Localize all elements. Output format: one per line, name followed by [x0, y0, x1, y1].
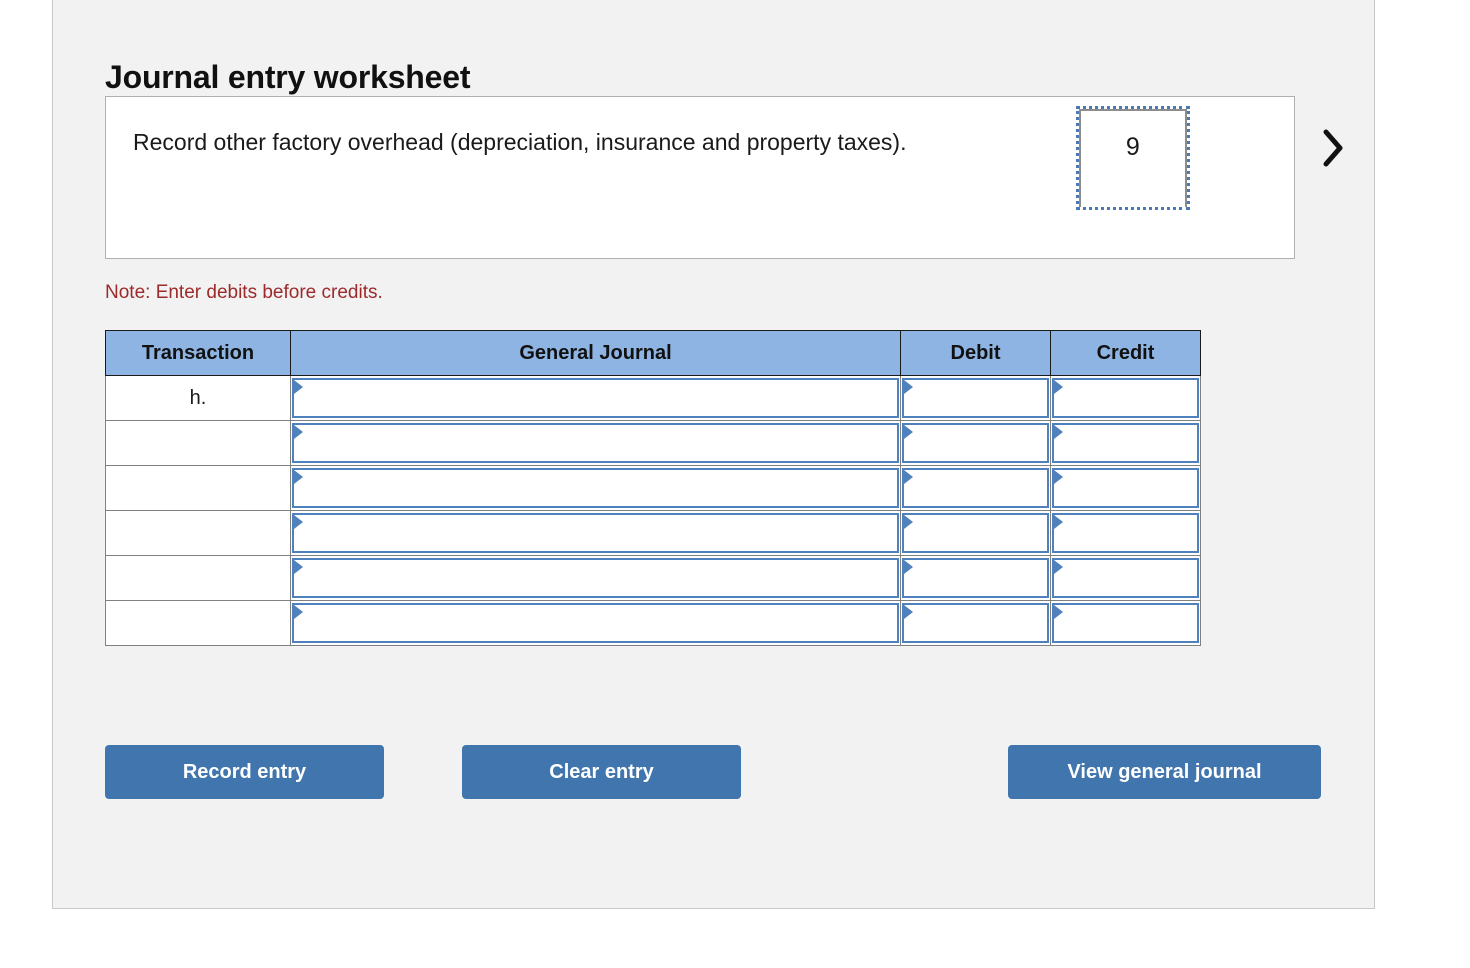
dropdown-triangle-icon[interactable] — [1054, 470, 1063, 484]
table-row — [105, 465, 1201, 511]
debit-input[interactable] — [902, 378, 1049, 418]
credit-input[interactable] — [1052, 423, 1199, 463]
table-header-row: Transaction General Journal Debit Credit — [105, 330, 1201, 376]
general-journal-input[interactable] — [292, 513, 899, 553]
dropdown-triangle-icon[interactable] — [294, 515, 303, 529]
credit-input[interactable] — [1052, 468, 1199, 508]
general-journal-input[interactable] — [292, 423, 899, 463]
credit-cell — [1050, 465, 1201, 511]
credit-input[interactable] — [1052, 603, 1199, 643]
general-journal-input[interactable] — [292, 603, 899, 643]
credit-cell — [1050, 375, 1201, 421]
table-row — [105, 510, 1201, 556]
transaction-cell — [105, 510, 291, 556]
dropdown-triangle-icon[interactable] — [904, 380, 913, 394]
credit-cell — [1050, 420, 1201, 466]
general-journal-cell — [290, 555, 901, 601]
column-header-debit: Debit — [900, 330, 1051, 376]
table-row — [105, 600, 1201, 646]
general-journal-cell — [290, 420, 901, 466]
transaction-cell — [105, 600, 291, 646]
credit-cell — [1050, 510, 1201, 556]
dropdown-triangle-icon[interactable] — [904, 425, 913, 439]
table-row — [105, 420, 1201, 466]
journal-entry-table: Transaction General Journal Debit Credit… — [105, 330, 1201, 646]
chevron-right-icon[interactable] — [1311, 126, 1355, 170]
debit-cell — [900, 420, 1051, 466]
record-entry-button[interactable]: Record entry — [105, 745, 384, 799]
general-journal-input[interactable] — [292, 378, 899, 418]
table-header: Transaction General Journal Debit Credit — [105, 330, 1201, 376]
general-journal-cell — [290, 375, 901, 421]
debit-cell — [900, 465, 1051, 511]
table-body: h. — [105, 375, 1201, 646]
general-journal-cell — [290, 510, 901, 556]
dropdown-triangle-icon[interactable] — [294, 380, 303, 394]
dropdown-triangle-icon[interactable] — [904, 470, 913, 484]
dropdown-triangle-icon[interactable] — [1054, 605, 1063, 619]
transaction-cell — [105, 420, 291, 466]
dropdown-triangle-icon[interactable] — [904, 560, 913, 574]
pager-step-label: 9 — [1125, 133, 1140, 161]
dropdown-triangle-icon[interactable] — [294, 470, 303, 484]
column-header-transaction: Transaction — [105, 330, 291, 376]
debit-input[interactable] — [902, 468, 1049, 508]
debit-input[interactable] — [902, 558, 1049, 598]
worksheet-panel: Journal entry worksheet 12345678910 Reco… — [52, 0, 1375, 909]
debit-cell — [900, 510, 1051, 556]
dropdown-triangle-icon[interactable] — [1054, 515, 1063, 529]
pager-step-9[interactable]: 9 — [1075, 106, 1190, 210]
debit-cell — [900, 600, 1051, 646]
debits-before-credits-note: Note: Enter debits before credits. — [105, 282, 383, 303]
credit-cell — [1050, 555, 1201, 601]
page-title: Journal entry worksheet — [105, 59, 471, 96]
debit-cell — [900, 375, 1051, 421]
dropdown-triangle-icon[interactable] — [904, 515, 913, 529]
dropdown-triangle-icon[interactable] — [904, 605, 913, 619]
debit-input[interactable] — [902, 513, 1049, 553]
table-row: h. — [105, 375, 1201, 421]
dropdown-triangle-icon[interactable] — [1054, 425, 1063, 439]
transaction-cell: h. — [105, 375, 291, 421]
view-general-journal-button[interactable]: View general journal — [1008, 745, 1321, 799]
general-journal-input[interactable] — [292, 558, 899, 598]
dropdown-triangle-icon[interactable] — [1054, 380, 1063, 394]
debit-input[interactable] — [902, 603, 1049, 643]
transaction-cell — [105, 465, 291, 511]
general-journal-cell — [290, 600, 901, 646]
debit-input[interactable] — [902, 423, 1049, 463]
credit-input[interactable] — [1052, 558, 1199, 598]
credit-cell — [1050, 600, 1201, 646]
clear-entry-button[interactable]: Clear entry — [462, 745, 741, 799]
credit-input[interactable] — [1052, 378, 1199, 418]
table-row — [105, 555, 1201, 601]
general-journal-cell — [290, 465, 901, 511]
dropdown-triangle-icon[interactable] — [294, 605, 303, 619]
journal-entry-worksheet-page: Journal entry worksheet 12345678910 Reco… — [0, 0, 1470, 968]
credit-input[interactable] — [1052, 513, 1199, 553]
dropdown-triangle-icon[interactable] — [294, 560, 303, 574]
general-journal-input[interactable] — [292, 468, 899, 508]
dropdown-triangle-icon[interactable] — [294, 425, 303, 439]
column-header-credit: Credit — [1050, 330, 1201, 376]
debit-cell — [900, 555, 1051, 601]
dropdown-triangle-icon[interactable] — [1054, 560, 1063, 574]
column-header-general-journal: General Journal — [290, 330, 901, 376]
transaction-cell — [105, 555, 291, 601]
